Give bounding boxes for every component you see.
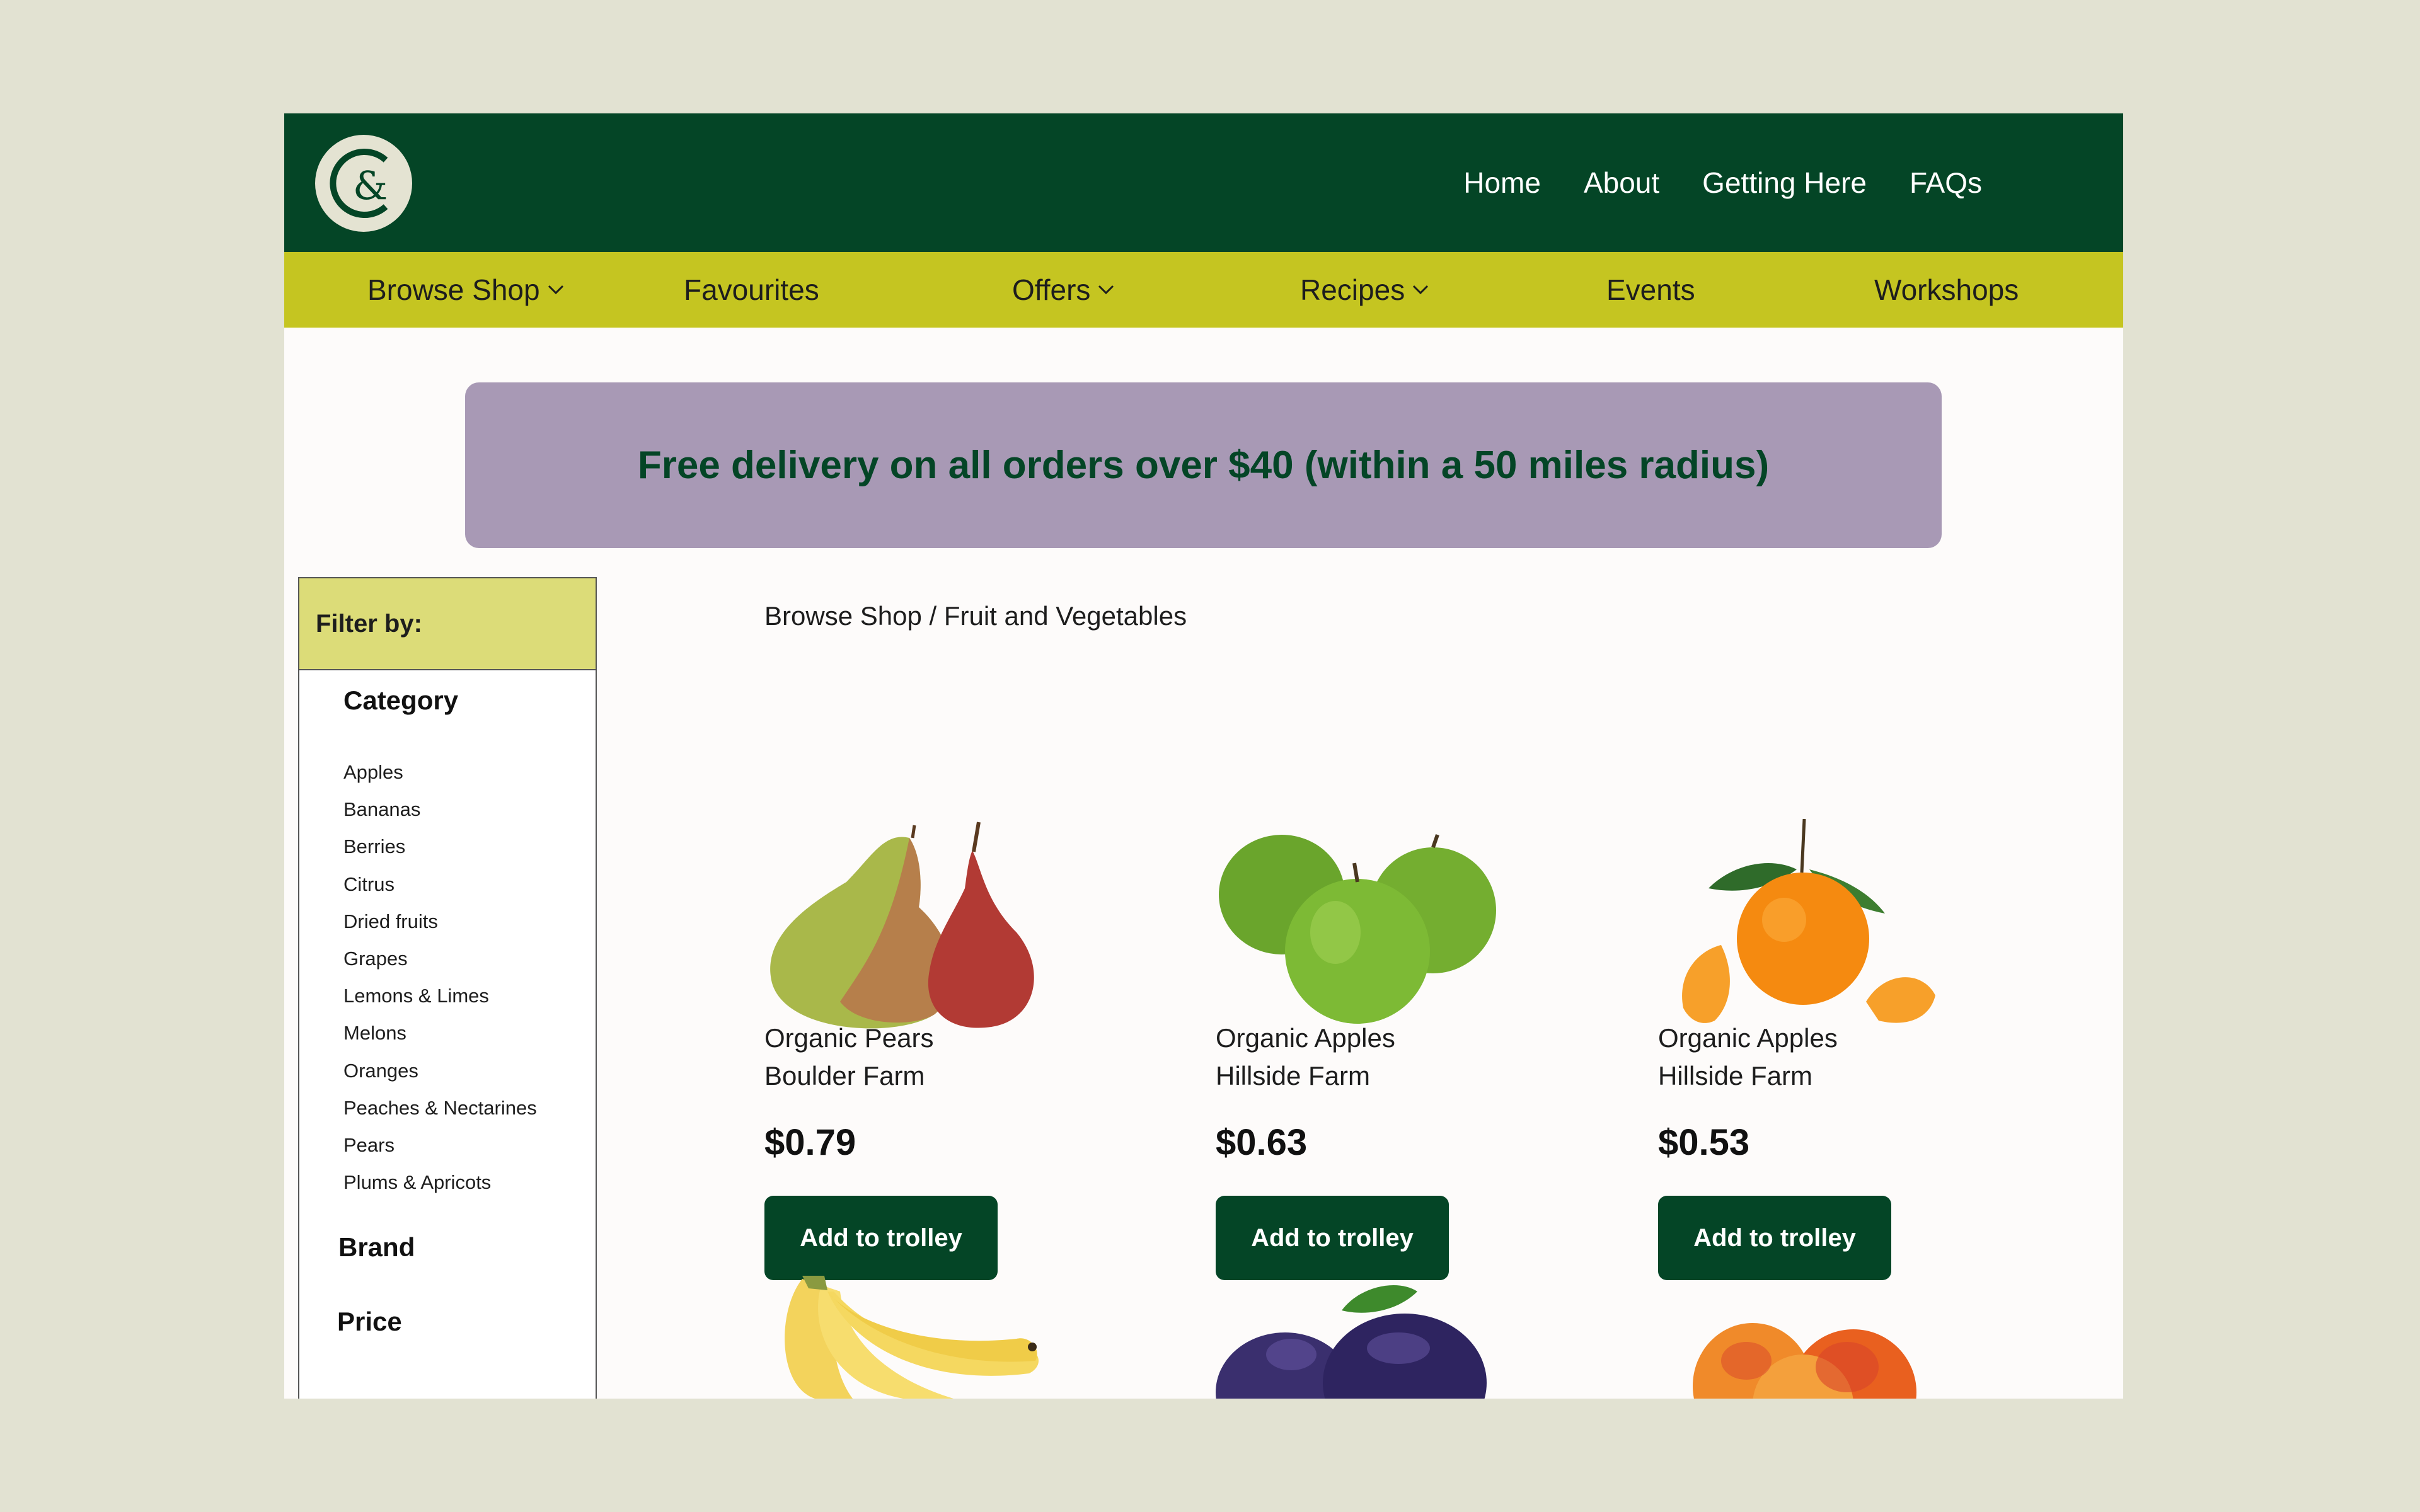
filter-category-title[interactable]: Category — [343, 685, 458, 716]
cat-favourites[interactable]: Favourites — [684, 252, 819, 328]
cat-label: Recipes — [1300, 273, 1405, 306]
nav-about[interactable]: About — [1584, 166, 1659, 200]
green-apples-image — [1219, 834, 1496, 1024]
logo-mark-icon: & — [330, 149, 388, 218]
product-name[interactable]: Organic Pears — [764, 1019, 933, 1057]
peaches-image[interactable] — [1658, 1273, 1961, 1399]
cat-recipes[interactable]: Recipes — [1300, 252, 1429, 328]
product-price: $0.53 — [1658, 1122, 1750, 1163]
cat-label: Workshops — [1874, 273, 2019, 306]
breadcrumb: Browse Shop / Fruit and Vegetables — [764, 601, 1187, 631]
svg-text:&: & — [353, 163, 388, 209]
nav-getting-here[interactable]: Getting Here — [1702, 166, 1867, 200]
category-item[interactable]: Peaches & Nectarines — [343, 1089, 537, 1126]
cat-label: Events — [1606, 273, 1695, 306]
category-item[interactable]: Grapes — [343, 940, 537, 977]
page-frame: & Home About Getting Here FAQs Browse Sh… — [284, 113, 2123, 1399]
chevron-down-icon — [1413, 285, 1429, 295]
filter-title: Filter by: — [299, 578, 596, 670]
logo[interactable]: & — [315, 135, 412, 232]
promo-banner: Free delivery on all orders over $40 (wi… — [465, 382, 1942, 548]
bananas-image[interactable] — [764, 1273, 1067, 1399]
cat-offers[interactable]: Offers — [1012, 252, 1114, 328]
category-item[interactable]: Oranges — [343, 1052, 537, 1089]
chevron-down-icon — [548, 285, 563, 295]
category-item[interactable]: Melons — [343, 1014, 537, 1051]
nav-faqs[interactable]: FAQs — [1910, 166, 1982, 200]
product-name-block: Organic Pears Boulder Farm — [764, 1019, 933, 1095]
site-header: & Home About Getting Here FAQs — [284, 113, 2123, 252]
category-item[interactable]: Citrus — [343, 866, 537, 903]
nav-home[interactable]: Home — [1463, 166, 1541, 200]
add-to-trolley-button[interactable]: Add to trolley — [1658, 1196, 1891, 1280]
cat-workshops[interactable]: Workshops — [1874, 252, 2019, 328]
cat-label: Offers — [1012, 273, 1091, 306]
cat-label: Browse Shop — [367, 273, 540, 306]
mandarin-image — [1682, 819, 1935, 1023]
cat-events[interactable]: Events — [1606, 252, 1695, 328]
promo-text: Free delivery on all orders over $40 (wi… — [637, 444, 1770, 487]
category-item[interactable]: Dried fruits — [343, 903, 537, 940]
category-item[interactable]: Pears — [343, 1126, 537, 1164]
category-nav: Browse Shop Favourites Offers Recipes Ev… — [284, 252, 2123, 328]
product-name[interactable]: Organic Apples — [1216, 1019, 1395, 1057]
add-to-trolley-button[interactable]: Add to trolley — [764, 1196, 998, 1280]
category-item[interactable]: Plums & Apricots — [343, 1164, 537, 1201]
product-farm: Hillside Farm — [1216, 1061, 1371, 1091]
filter-brand-title[interactable]: Brand — [338, 1232, 415, 1263]
category-item[interactable]: Lemons & Limes — [343, 977, 537, 1014]
product-farm: Boulder Farm — [764, 1061, 925, 1091]
product-price: $0.63 — [1216, 1122, 1308, 1163]
top-nav: Home About Getting Here FAQs — [1463, 113, 1982, 252]
filter-panel: Filter by: Category Apples Bananas Berri… — [298, 577, 597, 1399]
filter-price-title[interactable]: Price — [337, 1307, 402, 1337]
category-item[interactable]: Apples — [343, 753, 537, 791]
pears-image — [770, 822, 1034, 1029]
category-item[interactable]: Berries — [343, 828, 537, 865]
product-price: $0.79 — [764, 1122, 856, 1163]
plums-image[interactable] — [1216, 1273, 1518, 1399]
product-name[interactable]: Organic Apples — [1658, 1019, 1838, 1057]
cat-label: Favourites — [684, 273, 819, 306]
cat-browse-shop[interactable]: Browse Shop — [367, 252, 564, 328]
category-list: Apples Bananas Berries Citrus Dried frui… — [343, 753, 537, 1201]
product-name-block: Organic Apples Hillside Farm — [1216, 1019, 1395, 1095]
add-to-trolley-button[interactable]: Add to trolley — [1216, 1196, 1449, 1280]
product-farm: Hillside Farm — [1658, 1061, 1813, 1091]
product-name-block: Organic Apples Hillside Farm — [1658, 1019, 1838, 1095]
chevron-down-icon — [1098, 285, 1114, 295]
category-item[interactable]: Bananas — [343, 791, 537, 828]
